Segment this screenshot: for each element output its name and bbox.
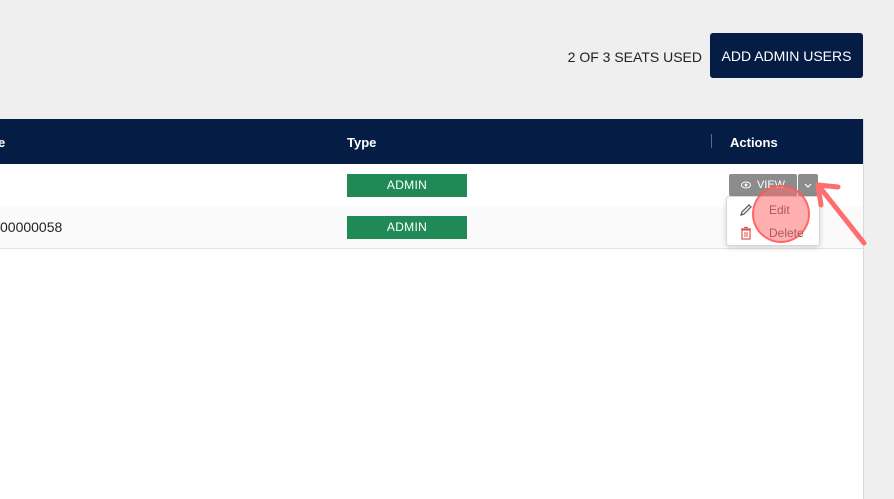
pencil-icon <box>740 204 752 216</box>
admin-type-badge: ADMIN <box>347 216 467 239</box>
delete-menu-item[interactable]: Delete <box>727 222 819 244</box>
actions-dropdown-menu: Edit Delete <box>726 196 820 246</box>
admin-type-badge: ADMIN <box>347 174 467 197</box>
admin-users-table: e Type Actions ADMIN VIEW 00000058 ADMIN <box>0 119 864 499</box>
edit-menu-label: Edit <box>769 203 790 217</box>
header-divider <box>711 134 712 148</box>
delete-menu-label: Delete <box>769 226 804 240</box>
column-header-name[interactable]: e <box>0 135 5 150</box>
column-header-actions: Actions <box>730 135 778 150</box>
user-name-cell: 00000058 <box>0 219 63 235</box>
actions-dropdown-toggle[interactable] <box>798 174 818 196</box>
eye-icon <box>740 181 751 189</box>
column-header-type[interactable]: Type <box>347 135 376 150</box>
edit-menu-item[interactable]: Edit <box>727 199 819 221</box>
table-header: e Type Actions <box>0 119 863 164</box>
trash-icon <box>741 226 751 240</box>
chevron-down-icon <box>804 183 812 188</box>
add-admin-users-button[interactable]: ADD ADMIN USERS <box>710 33 863 78</box>
view-button-label: VIEW <box>756 179 786 191</box>
view-button[interactable]: VIEW <box>729 174 797 196</box>
seats-used-text: 2 OF 3 SEATS USED <box>567 49 702 65</box>
